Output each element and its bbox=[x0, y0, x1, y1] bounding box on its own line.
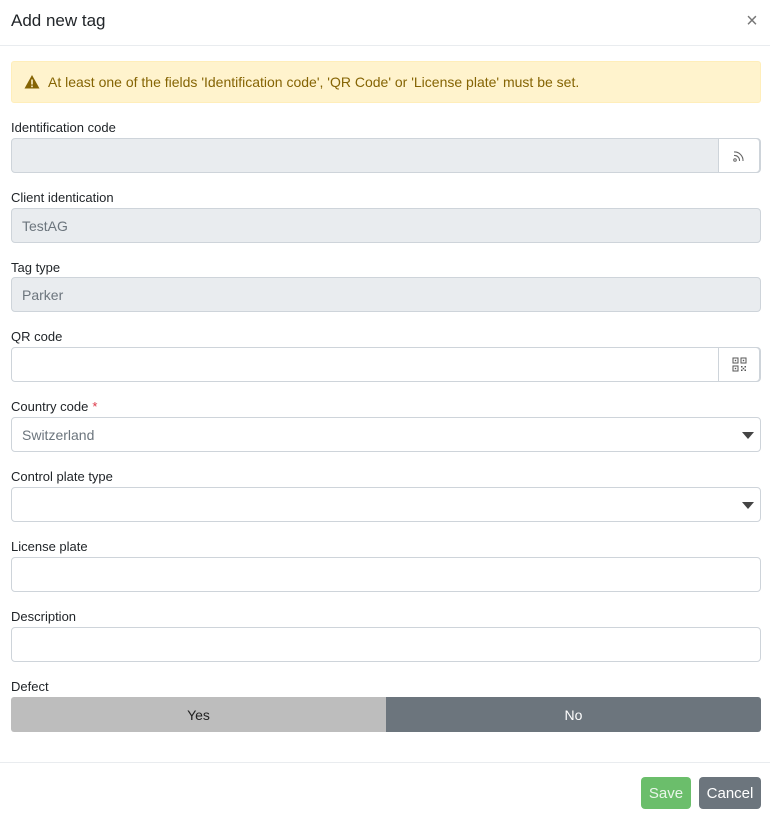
qr-code-input[interactable] bbox=[11, 347, 761, 382]
country-code-select[interactable]: Switzerland bbox=[11, 417, 761, 452]
tag-type-label: Tag type bbox=[11, 260, 61, 275]
chevron-down-icon bbox=[742, 432, 754, 439]
client-identification-field: TestAG bbox=[11, 208, 761, 243]
footer-divider bbox=[0, 762, 770, 763]
qr-scan-button[interactable] bbox=[718, 347, 760, 382]
rfid-scan-icon bbox=[733, 150, 744, 162]
license-plate-label: License plate bbox=[11, 539, 88, 554]
alert-message: At least one of the fields 'Identificati… bbox=[48, 74, 580, 90]
qr-code-label: QR code bbox=[11, 329, 63, 344]
defect-label: Defect bbox=[11, 679, 49, 694]
defect-yes-button[interactable]: Yes bbox=[11, 697, 386, 732]
client-identification-value: TestAG bbox=[22, 218, 68, 234]
cancel-button[interactable]: Cancel bbox=[699, 777, 761, 809]
identification-code-field[interactable] bbox=[11, 138, 761, 173]
save-button[interactable]: Save bbox=[641, 777, 691, 809]
defect-toggle: Yes No bbox=[11, 697, 761, 732]
warning-icon bbox=[24, 75, 40, 89]
close-icon[interactable]: × bbox=[743, 10, 761, 32]
qr-code-icon bbox=[732, 357, 746, 372]
country-code-label-text: Country code bbox=[11, 399, 89, 414]
required-marker: * bbox=[92, 399, 98, 414]
dialog-title: Add new tag bbox=[11, 11, 106, 30]
rfid-scan-button[interactable] bbox=[718, 138, 760, 173]
control-plate-type-select[interactable] bbox=[11, 487, 761, 522]
country-code-value: Switzerland bbox=[22, 427, 95, 443]
control-plate-type-label: Control plate type bbox=[11, 469, 113, 484]
description-label: Description bbox=[11, 609, 77, 624]
validation-alert: At least one of the fields 'Identificati… bbox=[11, 61, 761, 103]
identification-code-label: Identification code bbox=[11, 120, 116, 135]
client-identification-label: Client identication bbox=[11, 190, 114, 205]
dialog-header: Add new tag × bbox=[0, 0, 770, 46]
defect-no-button[interactable]: No bbox=[386, 697, 761, 732]
license-plate-input[interactable] bbox=[11, 557, 761, 592]
chevron-down-icon bbox=[742, 502, 754, 509]
description-input[interactable] bbox=[11, 627, 761, 662]
tag-type-field: Parker bbox=[11, 277, 761, 312]
tag-type-value: Parker bbox=[22, 287, 64, 303]
country-code-label: Country code * bbox=[11, 399, 97, 414]
